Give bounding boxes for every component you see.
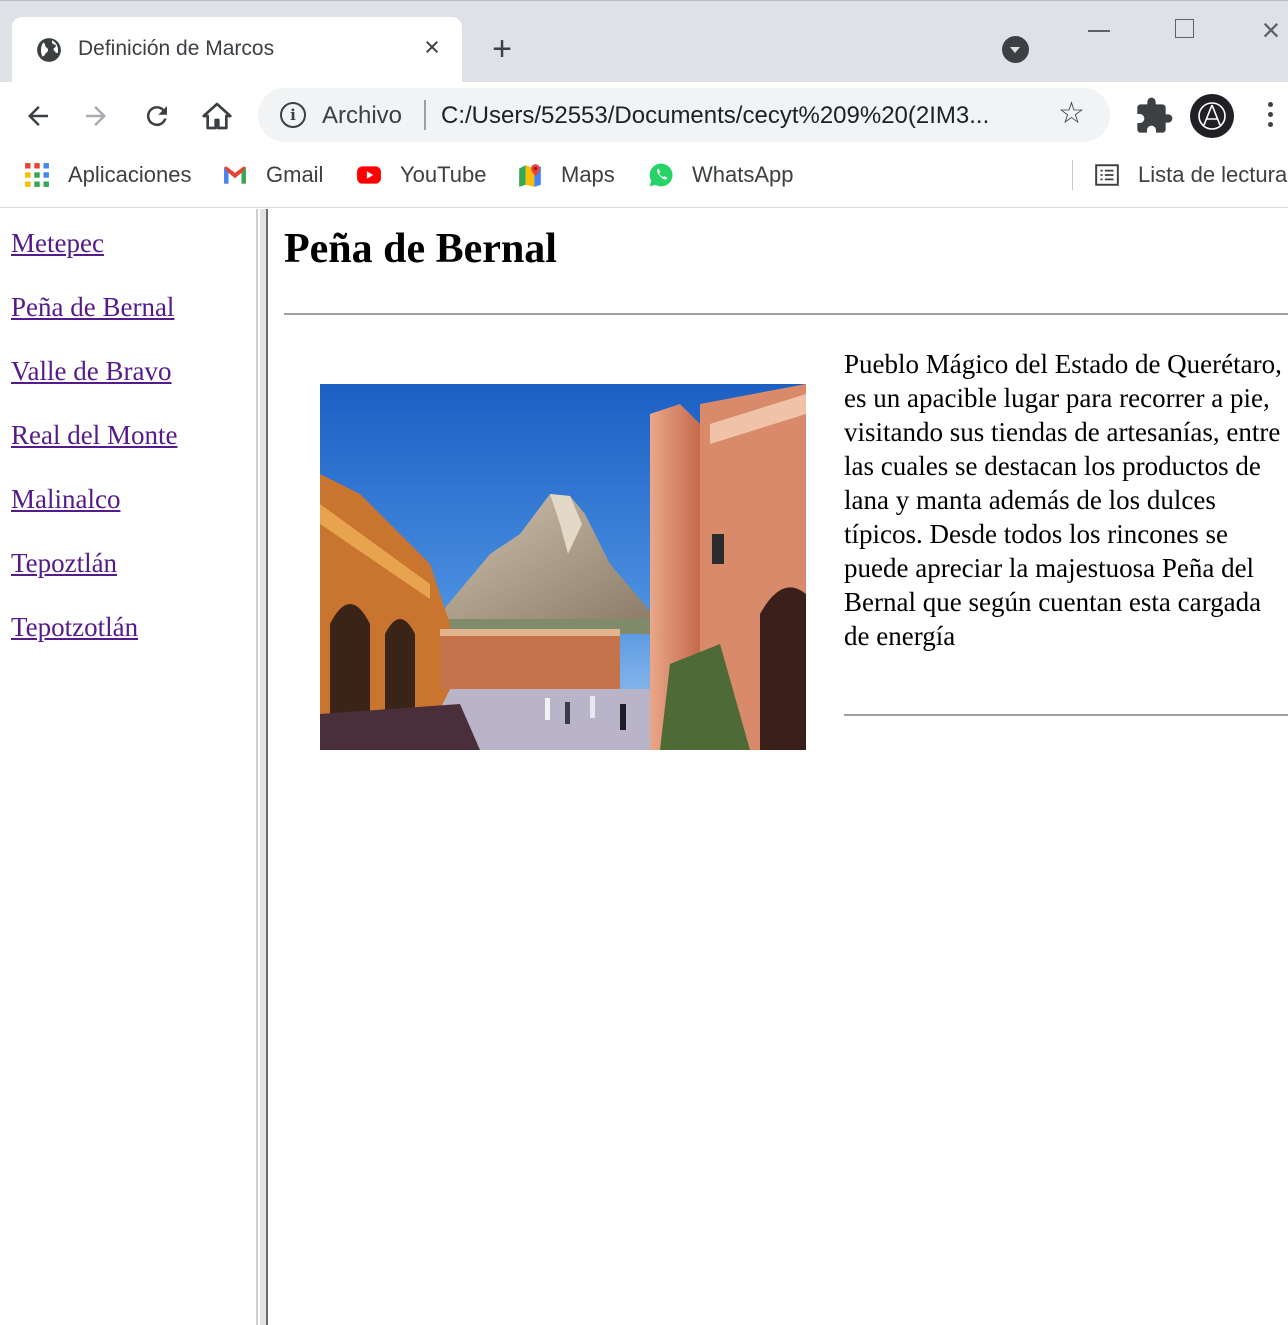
reload-button[interactable] (137, 96, 177, 136)
gmail-icon (224, 166, 246, 184)
nav-link-real-del-monte[interactable]: Real del Monte (11, 420, 177, 450)
arrow-left-icon (28, 106, 48, 126)
bookmark-whatsapp[interactable]: WhatsApp (648, 160, 794, 190)
whatsapp-icon (649, 163, 673, 187)
address-separator (424, 100, 426, 130)
nav-link-valle-de-bravo[interactable]: Valle de Bravo (11, 356, 171, 386)
content-frame: Peña de Bernal Pueblo Mágico del Estado … (268, 209, 1288, 1325)
bookmark-label: Aplicaciones (68, 162, 192, 187)
maximize-icon[interactable] (1175, 19, 1194, 38)
bookmark-label: Gmail (266, 162, 324, 187)
bookmark-star-icon[interactable]: ☆ (1058, 96, 1085, 131)
navigation-frame: Metepec Peña de Bernal Valle de Bravo Re… (0, 209, 256, 1325)
address-scheme: Archivo (322, 102, 403, 129)
window-close-icon[interactable]: × (1254, 13, 1288, 47)
extensions-icon[interactable] (1134, 96, 1174, 136)
reading-list-label: Lista de lectura (1138, 162, 1288, 187)
nav-link-list: Metepec Peña de Bernal Valle de Bravo Re… (0, 209, 256, 676)
bookmark-label: YouTube (400, 162, 487, 187)
nav-link-tepoztlan[interactable]: Tepoztlán (11, 548, 117, 578)
nav-link-pena-de-bernal[interactable]: Peña de Bernal (11, 292, 174, 322)
reload-icon (146, 106, 167, 127)
profile-avatar-icon[interactable] (1190, 94, 1234, 138)
description-text: Pueblo Mágico del Estado de Querétaro, e… (844, 349, 1282, 651)
browser-titlebar: Definición de Marcos × + × (0, 0, 1288, 83)
home-button[interactable] (197, 96, 237, 136)
info-icon[interactable]: i (280, 102, 306, 128)
bookmarks-separator (1072, 160, 1073, 190)
new-tab-button[interactable]: + (484, 31, 520, 67)
maps-icon (519, 164, 541, 187)
description-divider (844, 714, 1288, 716)
nav-link-tepotzotlan[interactable]: Tepotzotlán (11, 612, 138, 642)
browser-toolbar: i Archivo C:/Users/52553/Documents/cecyt… (0, 82, 1288, 146)
home-icon (202, 102, 232, 130)
forward-button[interactable] (76, 96, 116, 136)
bookmark-youtube[interactable]: YouTube (356, 160, 486, 190)
back-button[interactable] (18, 96, 58, 136)
frame-resize-border[interactable] (256, 209, 268, 1325)
reading-list-button[interactable]: Lista de lectura (1094, 160, 1287, 190)
minimize-icon[interactable] (1088, 30, 1110, 32)
address-bar[interactable]: i Archivo C:/Users/52553/Documents/cecyt… (258, 88, 1110, 142)
address-url[interactable]: C:/Users/52553/Documents/cecyt%209%20(2I… (441, 102, 989, 130)
bookmark-apps[interactable]: Aplicaciones (24, 160, 192, 190)
browser-tab[interactable]: Definición de Marcos × (12, 17, 462, 83)
nav-link-metepec[interactable]: Metepec (11, 228, 104, 258)
tab-close-icon[interactable]: × (416, 31, 448, 63)
nav-link-malinalco[interactable]: Malinalco (11, 484, 120, 514)
page-title: Peña de Bernal (284, 226, 557, 272)
globe-icon (37, 38, 61, 62)
pena-de-bernal-photo (320, 384, 806, 750)
reading-list-icon (1095, 164, 1119, 186)
title-divider (284, 313, 1288, 315)
bookmark-gmail[interactable]: Gmail (222, 160, 323, 190)
bookmark-maps[interactable]: Maps (517, 160, 615, 190)
bookmark-label: WhatsApp (692, 162, 794, 187)
tab-title: Definición de Marcos (78, 37, 275, 60)
tab-search-icon[interactable] (1002, 36, 1029, 63)
menu-kebab-icon[interactable] (1262, 99, 1278, 135)
youtube-icon (357, 166, 381, 184)
bookmarks-bar: Aplicaciones Gmail YouTube Maps WhatsApp (0, 146, 1288, 208)
bookmark-label: Maps (561, 162, 615, 187)
apps-grid-icon (25, 163, 49, 187)
arrow-right-icon (86, 106, 106, 126)
